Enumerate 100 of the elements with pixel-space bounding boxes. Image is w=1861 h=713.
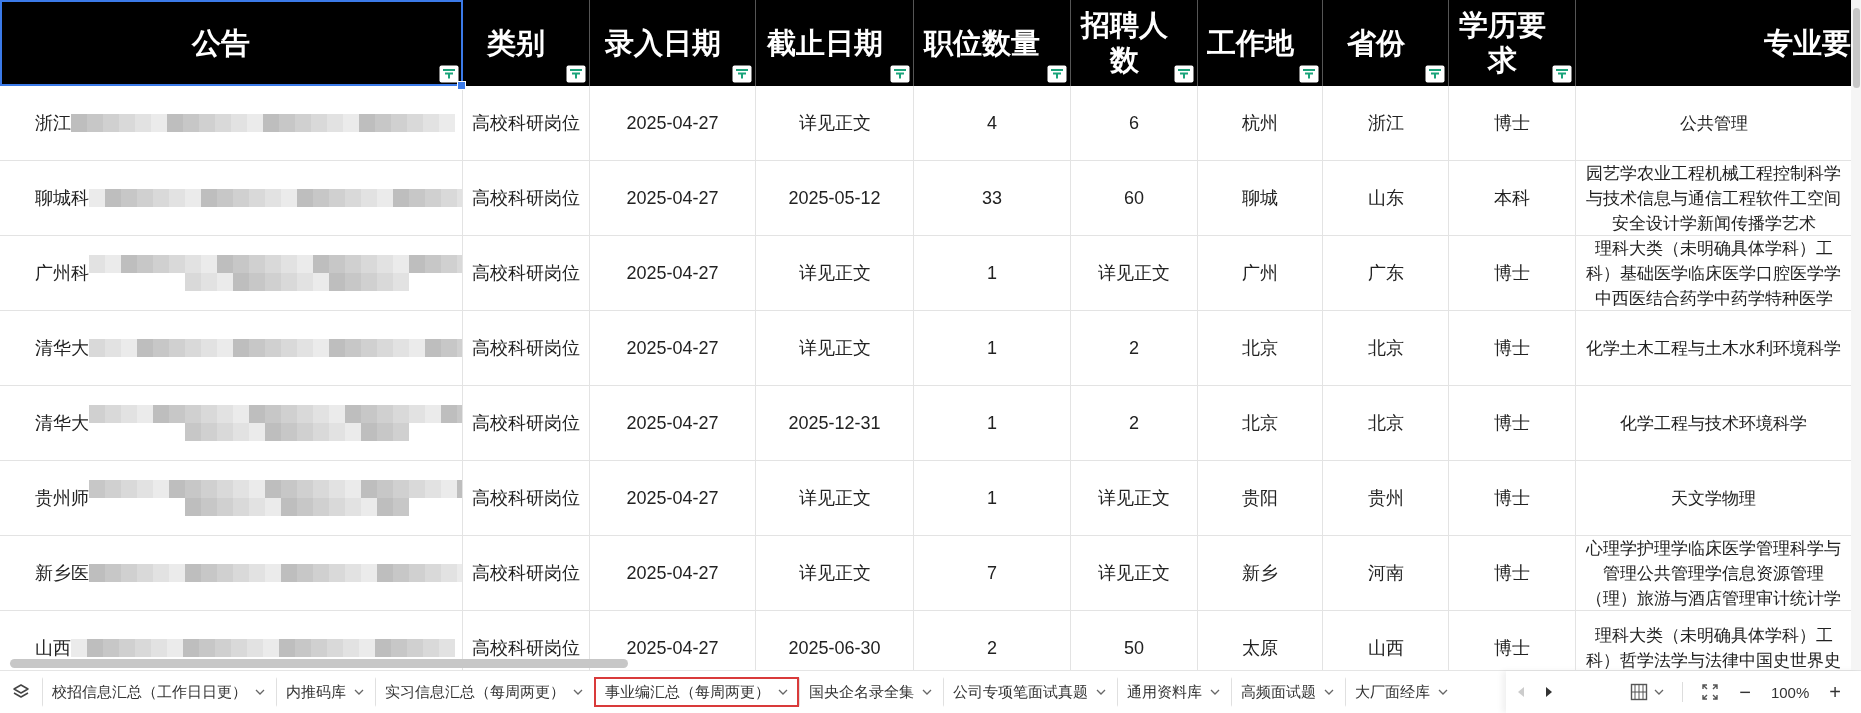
scrollbar-thumb[interactable] bbox=[10, 659, 628, 668]
table-cell-text: 高校科研岗位 bbox=[472, 562, 580, 585]
scrollbar-thumb[interactable] bbox=[1853, 8, 1860, 88]
table-cell-text: 山西 bbox=[35, 637, 71, 660]
caret-icon bbox=[1438, 689, 1448, 695]
table-cell: 33 bbox=[982, 187, 1002, 209]
caret-icon bbox=[922, 689, 932, 695]
table-cell-text: 园艺学农业工程机械工程控制科学与技术信息与通信工程软件工空间安全设计学新闻传播学艺术 bbox=[1586, 162, 1841, 235]
column-header[interactable]: 省份 bbox=[1323, 0, 1449, 86]
filter-icon[interactable] bbox=[1299, 65, 1319, 83]
table-cell-text: 博士 bbox=[1494, 412, 1530, 435]
table-cell: 1 bbox=[987, 262, 997, 284]
zoom-in-button[interactable]: + bbox=[1827, 680, 1843, 704]
table-cell: 50 bbox=[1124, 637, 1144, 659]
table-cell-text: 高校科研岗位 bbox=[472, 112, 580, 135]
table-cell-text: 详见正文 bbox=[798, 487, 871, 510]
column-header[interactable]: 截止日期 bbox=[756, 0, 914, 86]
table-cell-text: 聊城科 bbox=[35, 187, 89, 210]
column-header[interactable]: 职位数量 bbox=[914, 0, 1071, 86]
table-cell-text: 详见正文 bbox=[798, 337, 871, 360]
caret-icon bbox=[255, 689, 265, 695]
table-cell-text: 博士 bbox=[1494, 112, 1530, 135]
table-cell-text: 详见正文 bbox=[1098, 262, 1170, 285]
table-cell: 2025-04-27 bbox=[626, 262, 719, 284]
table-cell: 7 bbox=[987, 562, 997, 584]
table-cell-text: 详见正文 bbox=[798, 262, 871, 285]
table-cell-text: 理科大类（未明确具体学科）工科）基础医学临床医学口腔医学学中西医结合药学中药学特种医学 bbox=[1586, 237, 1841, 310]
table-cell: 2025-12-31 bbox=[788, 412, 881, 434]
sheet-tab[interactable]: 校招信息汇总（工作日日更） bbox=[42, 677, 276, 707]
caret-icon bbox=[1096, 689, 1106, 695]
table-cell: 2 bbox=[1129, 337, 1139, 359]
filter-icon[interactable] bbox=[1552, 65, 1572, 83]
table-cell: 1 bbox=[987, 487, 997, 509]
column-header[interactable]: 录入日期 bbox=[590, 0, 756, 86]
table-cell-text: 博士 bbox=[1494, 562, 1530, 585]
sheet-tab[interactable]: 通用资料库 bbox=[1117, 677, 1231, 707]
column-header[interactable]: 学历要求 bbox=[1449, 0, 1576, 86]
selection-handle[interactable] bbox=[457, 81, 466, 90]
table-cell-text: 太原 bbox=[1242, 637, 1278, 660]
table-cell-text: 高校科研岗位 bbox=[472, 487, 580, 510]
filter-icon[interactable] bbox=[890, 65, 910, 83]
table-cell-text: 博士 bbox=[1494, 487, 1530, 510]
caret-icon bbox=[573, 689, 583, 695]
table-cell-text: 详见正文 bbox=[1098, 487, 1170, 510]
column-header[interactable]: 工作地 bbox=[1198, 0, 1323, 86]
table-cell-text: 北京 bbox=[1367, 337, 1404, 360]
filter-icon[interactable] bbox=[1425, 65, 1445, 83]
table-cell-text: 新乡医 bbox=[35, 562, 89, 585]
filter-icon[interactable] bbox=[566, 65, 586, 83]
filter-icon[interactable] bbox=[732, 65, 752, 83]
caret-icon bbox=[1654, 689, 1665, 695]
sheet-tab[interactable]: 公司专项笔面试真题 bbox=[943, 677, 1117, 707]
table-cell: 60 bbox=[1124, 187, 1144, 209]
fullscreen-icon[interactable] bbox=[1701, 683, 1720, 701]
caret-icon bbox=[1210, 689, 1220, 695]
table-cell-text: 贵州 bbox=[1367, 487, 1404, 510]
table-cell-text: 清华大 bbox=[35, 337, 89, 360]
table-cell-text: 山西 bbox=[1367, 637, 1404, 660]
table-cell: 2025-06-30 bbox=[788, 637, 881, 659]
table-cell-text: 广东 bbox=[1367, 262, 1404, 285]
table-cell: 2025-04-27 bbox=[626, 562, 719, 584]
table-cell-text: 高校科研岗位 bbox=[472, 337, 580, 360]
caret-icon bbox=[1324, 689, 1334, 695]
table-cell-text: 理科大类（未明确具体学科）工科）哲学法学与法律中国史世界史 bbox=[1586, 625, 1841, 670]
table-cell-text: 浙江 bbox=[35, 112, 71, 135]
layers-icon[interactable] bbox=[12, 683, 30, 701]
table-cell-text: 北京 bbox=[1242, 412, 1278, 435]
table-cell: 4 bbox=[987, 112, 997, 134]
column-header[interactable]: 招聘人数 bbox=[1071, 0, 1198, 86]
table-cell-text: 新乡 bbox=[1242, 562, 1278, 585]
table-cell-text: 化学土木工程与土木水利环境科学 bbox=[1586, 337, 1841, 360]
sheet-tab[interactable]: 事业编汇总（每周两更） bbox=[594, 677, 799, 707]
table-cell-text: 河南 bbox=[1367, 562, 1404, 585]
table-cell-text: 杭州 bbox=[1242, 112, 1278, 135]
sheet-tab[interactable]: 大厂面经库 bbox=[1345, 677, 1459, 707]
sheet-tab[interactable]: 内推码库 bbox=[276, 677, 375, 707]
filter-icon[interactable] bbox=[1047, 65, 1067, 83]
table-cell-text: 山东 bbox=[1367, 187, 1404, 210]
table-cell: 1 bbox=[987, 337, 997, 359]
table-cell: 2025-04-27 bbox=[626, 337, 719, 359]
sheet-tab[interactable]: 实习信息汇总（每周两更） bbox=[375, 677, 594, 707]
sheet-tab[interactable]: 高频面试题 bbox=[1231, 677, 1345, 707]
table-cell-text: 聊城 bbox=[1242, 187, 1278, 210]
column-header[interactable]: 专业要 bbox=[1576, 0, 1852, 86]
table-cell: 2025-04-27 bbox=[626, 112, 719, 134]
zoom-out-button[interactable]: − bbox=[1737, 680, 1753, 704]
table-cell: 2025-04-27 bbox=[626, 187, 719, 209]
filter-icon[interactable] bbox=[439, 65, 459, 83]
table-cell-text: 详见正文 bbox=[798, 112, 871, 135]
table-cell-text: 高校科研岗位 bbox=[472, 637, 580, 660]
table-cell-text: 贵州师 bbox=[35, 487, 89, 510]
table-cell: 2025-04-27 bbox=[626, 412, 719, 434]
table-cell: 6 bbox=[1129, 112, 1139, 134]
view-menu-button[interactable] bbox=[1630, 683, 1665, 701]
filter-icon[interactable] bbox=[1174, 65, 1194, 83]
table-cell-text: 详见正文 bbox=[798, 562, 871, 585]
column-header[interactable]: 类别 bbox=[463, 0, 590, 86]
table-cell-text: 北京 bbox=[1242, 337, 1278, 360]
sheet-tab[interactable]: 国央企名录全集 bbox=[799, 677, 943, 707]
table-cell: 2 bbox=[1129, 412, 1139, 434]
